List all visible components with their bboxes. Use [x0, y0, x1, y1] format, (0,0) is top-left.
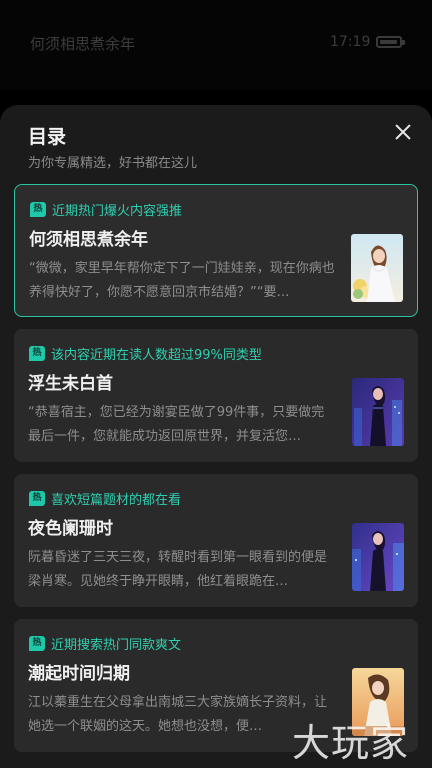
- battery-icon: [376, 36, 405, 48]
- book-tag-text: 近期热门爆火内容强推: [52, 203, 183, 219]
- hot-icon: 热: [29, 635, 45, 651]
- book-tag-text: 近期搜索热门同款爽文: [51, 637, 182, 653]
- reader-book-title: 何须相思煮余年: [30, 35, 136, 53]
- catalog-sheet: 目录 为你专属精选，好书都在这儿 热 近期热门爆火内容强推 何须相思煮余年 “微…: [0, 105, 432, 768]
- book-title: 何须相思煮余年: [29, 230, 148, 250]
- book-card-2[interactable]: 热 该内容近期在读人数超过99%同类型 浮生未白首 “恭喜宿主，您已经为谢宴臣做…: [14, 329, 418, 462]
- book-tag: 热 近期热门爆火内容强推: [30, 201, 183, 219]
- hot-icon: 热: [29, 345, 45, 361]
- book-tag: 热 近期搜索热门同款爽文: [29, 635, 182, 653]
- book-title: 潮起时间归期: [28, 664, 130, 684]
- book-cover-image: [352, 523, 404, 591]
- book-tag-text: 喜欢短篇题材的都在看: [51, 492, 182, 508]
- book-description: 江以蓁重生在父母拿出南城三大家族嫡长子资料，让她选一个联姻的这天。她想也没想，便…: [28, 695, 328, 734]
- hot-icon: 热: [30, 201, 46, 217]
- book-cover-image: [351, 234, 403, 302]
- status-time: 17:19: [330, 34, 371, 50]
- book-card-1[interactable]: 热 近期热门爆火内容强推 何须相思煮余年 “微微，家里早年帮你定下了一门娃娃亲，…: [14, 184, 418, 317]
- book-title: 浮生未白首: [28, 374, 113, 394]
- sheet-subtitle: 为你专属精选，好书都在这儿: [28, 156, 198, 171]
- hot-icon: 热: [29, 490, 45, 506]
- sheet-title: 目录: [28, 126, 67, 148]
- book-description: 阮暮昏迷了三天三夜，转醒时看到第一眼看到的便是梁肖寒。见她终于睁开眼睛，他红着眼…: [28, 550, 328, 589]
- book-title: 夜色阑珊时: [28, 519, 113, 539]
- book-description: “恭喜宿主，您已经为谢宴臣做了99件事，只要做完最后一件，您就能成功返回原世界，…: [28, 405, 325, 444]
- book-tag: 热 喜欢短篇题材的都在看: [29, 490, 182, 508]
- book-cover-image: [352, 668, 404, 736]
- status-bar: 何须相思煮余年 17:19: [0, 0, 432, 90]
- book-description: “微微，家里早年帮你定下了一门娃娃亲，现在你病也养得快好了，你愿不愿意回京市结婚…: [29, 261, 335, 300]
- book-card-4[interactable]: 热 近期搜索热门同款爽文 潮起时间归期 江以蓁重生在父母拿出南城三大家族嫡长子资…: [14, 619, 418, 752]
- book-tag-text: 该内容近期在读人数超过99%同类型: [51, 347, 262, 363]
- book-card-3[interactable]: 热 喜欢短篇题材的都在看 夜色阑珊时 阮暮昏迷了三天三夜，转醒时看到第一眼看到的…: [14, 474, 418, 607]
- book-tag: 热 该内容近期在读人数超过99%同类型: [29, 345, 262, 363]
- book-cover-image: [352, 378, 404, 446]
- close-icon[interactable]: [394, 123, 412, 141]
